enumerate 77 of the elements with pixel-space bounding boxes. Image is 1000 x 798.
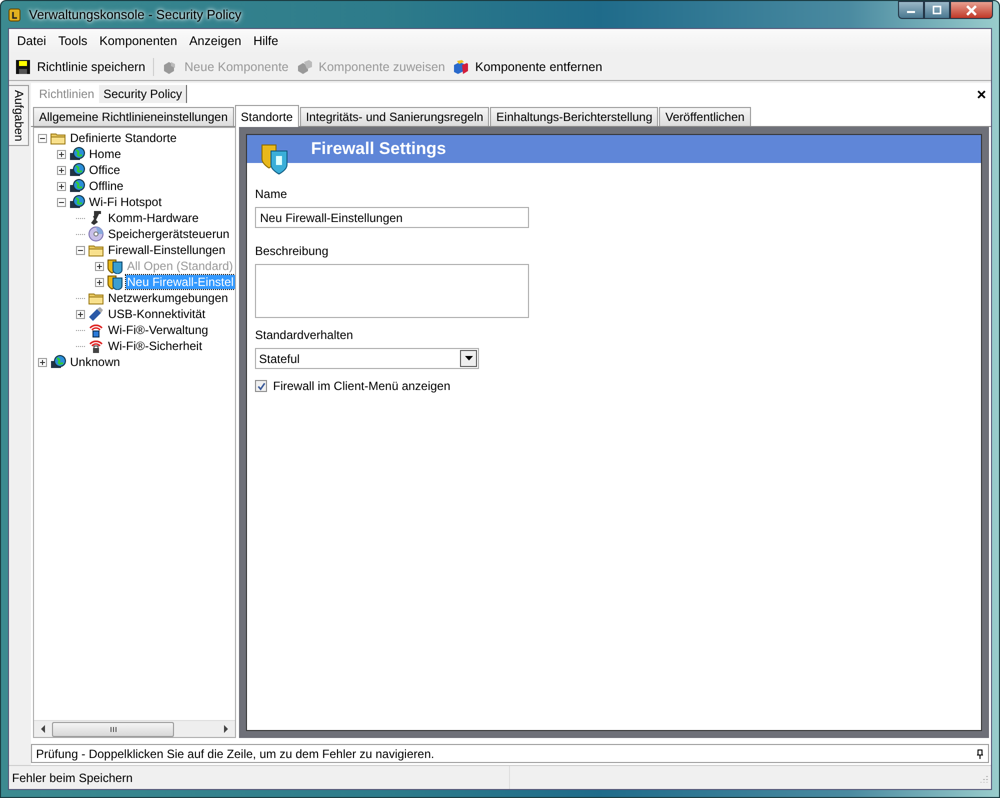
dropdown[interactable]: Stateful: [255, 348, 479, 369]
tree-item[interactable]: Wi-Fi®-Verwaltung: [107, 323, 210, 337]
menu-item[interactable]: Komponenten: [93, 34, 184, 48]
expand-icon[interactable]: [57, 166, 66, 174]
tab[interactable]: Standorte: [234, 105, 299, 127]
tab[interactable]: Integritäts- und Sanierungsregeln: [300, 107, 490, 126]
tree-item[interactable]: Wi-Fi Hotspot: [88, 195, 163, 209]
globe-icon: [69, 162, 85, 178]
tab[interactable]: Einhaltungs-Berichterstellung: [490, 107, 658, 126]
field-label: Beschreibung: [255, 244, 328, 258]
dropdown-arrow-icon: [464, 356, 472, 361]
menu-item[interactable]: Tools: [52, 34, 94, 48]
globe-icon: [50, 354, 66, 370]
tree-item[interactable]: Office: [88, 163, 122, 177]
status-text: Fehler beim Speichern: [11, 770, 134, 784]
globe-icon: [69, 194, 85, 210]
grip-icon: [110, 726, 116, 732]
menu-item[interactable]: Anzeigen: [183, 34, 248, 48]
plug-icon: [88, 210, 104, 226]
panel-title: Firewall Settings: [311, 139, 446, 159]
expand-icon[interactable]: [38, 358, 47, 366]
expand-icon[interactable]: [57, 182, 66, 190]
tree-item[interactable]: Offline: [88, 179, 124, 193]
tab[interactable]: Allgemeine Richtlinieneinstellungen: [33, 107, 234, 126]
globe-icon: [69, 146, 85, 162]
toolbar-button[interactable]: Richtlinie speichern: [11, 56, 150, 76]
checkbox[interactable]: [255, 380, 267, 392]
field-label: Standardverhalten: [255, 328, 354, 342]
horizontal-scrollbar[interactable]: [34, 720, 235, 737]
field-label: Name: [255, 187, 288, 201]
wireless-lock-icon: [88, 338, 104, 354]
side-tab[interactable]: Aufgaben: [9, 85, 29, 146]
maximize-button[interactable]: [924, 1, 950, 19]
window-title: Verwaltungskonsole - Security Policy: [29, 7, 242, 22]
save-icon: [15, 58, 31, 74]
maximize-icon: [932, 5, 942, 15]
tree-item[interactable]: Definierte Standorte: [69, 131, 178, 145]
scroll-right-icon[interactable]: [223, 725, 229, 733]
tree-item[interactable]: Home: [88, 147, 122, 161]
usb-stick-icon: [88, 306, 104, 322]
toolbar-button[interactable]: Komponente entfernen: [449, 56, 606, 76]
document-tab[interactable]: Richtlinien: [35, 85, 98, 103]
app-icon: [7, 6, 23, 22]
tree-item[interactable]: Komm-Hardware: [107, 211, 200, 225]
text-field[interactable]: Neu Firewall-Einstellungen: [255, 207, 529, 228]
blocks-icon: [453, 58, 470, 74]
shield-icon: [107, 258, 123, 274]
close-icon[interactable]: [977, 90, 986, 98]
wireless-icon: [88, 322, 104, 338]
menu-item[interactable]: Hilfe: [247, 34, 284, 48]
close-button[interactable]: [950, 1, 993, 19]
output-message: Prüfung - Doppelklicken Sie auf die Zeile, um zu dem Fehler zu navigieren.: [36, 746, 434, 760]
collapse-icon[interactable]: [76, 246, 85, 254]
blocks-icon: [296, 58, 313, 74]
pin-icon[interactable]: [976, 748, 984, 758]
tab[interactable]: Veröffentlichen: [659, 107, 751, 126]
collapse-icon[interactable]: [57, 198, 66, 206]
tree-item[interactable]: Wi-Fi®-Sicherheit: [107, 339, 204, 353]
minimize-button[interactable]: [898, 1, 924, 19]
tree-item[interactable]: Speichergerätsteuerun: [107, 227, 230, 241]
globe-icon: [69, 178, 85, 194]
shield-icon: [107, 274, 123, 290]
tree-item[interactable]: Unknown: [69, 355, 122, 369]
tree-item[interactable]: Netzwerkumgebungen: [107, 291, 230, 305]
document-tab[interactable]: Security Policy: [99, 85, 188, 103]
collapse-icon[interactable]: [38, 134, 47, 142]
expand-icon[interactable]: [76, 310, 85, 318]
scrollbar-thumb[interactable]: [52, 722, 174, 736]
tree-item[interactable]: USB-Konnektivität: [107, 307, 206, 321]
expand-icon[interactable]: [95, 278, 104, 286]
menu-item[interactable]: Datei: [11, 34, 52, 48]
scroll-left-icon[interactable]: [40, 725, 46, 733]
close-icon: [966, 4, 977, 16]
checkbox-label: Firewall im Client-Menü anzeigen: [273, 379, 450, 393]
tree-item[interactable]: Firewall-Einstellungen: [107, 243, 226, 257]
expand-icon[interactable]: [57, 150, 66, 158]
disc-icon: [88, 226, 104, 242]
